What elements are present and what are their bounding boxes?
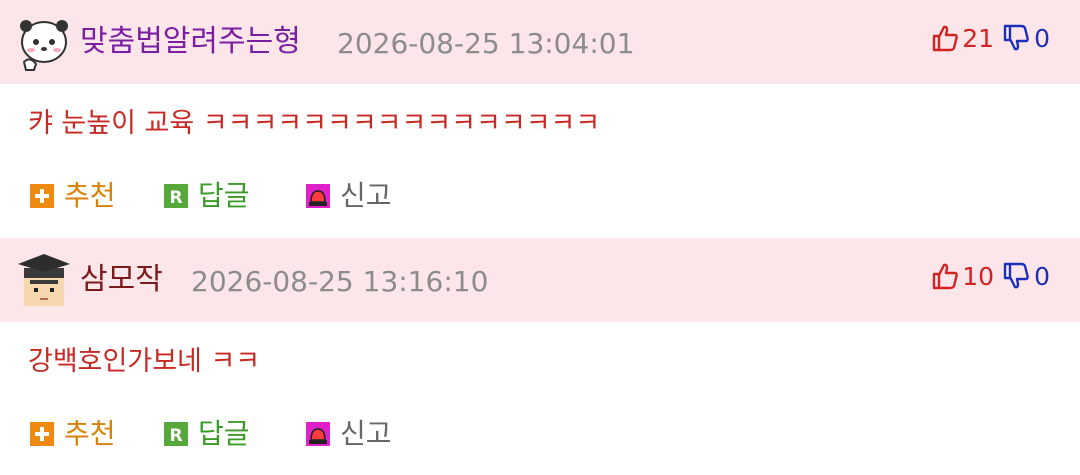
reply-r-icon: R xyxy=(164,422,188,446)
report-label: 신고 xyxy=(340,417,392,450)
plus-icon xyxy=(30,422,54,446)
nickname[interactable]: 삼모작 xyxy=(80,260,163,300)
comment-text: 강백호인가보네 ㅋㅋ xyxy=(28,346,261,377)
reply-button[interactable]: R 답글 xyxy=(162,176,250,216)
reply-button[interactable]: R 답글 xyxy=(162,414,250,454)
report-button[interactable]: 신고 xyxy=(304,176,392,216)
svg-text:R: R xyxy=(169,188,182,208)
report-button[interactable]: 신고 xyxy=(304,414,392,454)
comment-item: 맞춤법알려주는형 2026-08-25 13:04:01 21 0 캬 눈높이 … xyxy=(0,0,1080,238)
siren-icon xyxy=(306,184,330,208)
nickname[interactable]: 맞춤법알려주는형 xyxy=(80,22,301,62)
upvote-count: 10 xyxy=(962,261,995,291)
recommend-button[interactable]: 추천 xyxy=(28,414,116,454)
reply-label: 답글 xyxy=(198,179,250,212)
comment-actions: 추천 R 답글 신고 xyxy=(0,160,1080,238)
comment-date: 2026-08-25 13:04:01 xyxy=(337,27,635,60)
thumbs-up-icon[interactable] xyxy=(931,261,959,291)
reply-label: 답글 xyxy=(198,417,250,450)
comment-header: 맞춤법알려주는형 2026-08-25 13:04:01 21 0 xyxy=(0,0,1080,84)
upvote-count: 21 xyxy=(962,23,995,53)
comment-body: 캬 눈높이 교육 ㅋㅋㅋㅋㅋㅋㅋㅋㅋㅋㅋㅋㅋㅋㅋㅋ xyxy=(0,84,1080,160)
recommend-button[interactable]: 추천 xyxy=(28,176,116,216)
plus-icon xyxy=(30,184,54,208)
comment-text: 캬 눈높이 교육 ㅋㅋㅋㅋㅋㅋㅋㅋㅋㅋㅋㅋㅋㅋㅋㅋ xyxy=(28,108,601,139)
report-label: 신고 xyxy=(340,179,392,212)
vote-counts: 10 0 xyxy=(931,256,1050,296)
downvote-count: 0 xyxy=(1034,23,1050,53)
svg-text:R: R xyxy=(169,426,182,446)
vote-counts: 21 0 xyxy=(931,18,1050,58)
downvote-count: 0 xyxy=(1034,261,1050,291)
thumbs-up-icon[interactable] xyxy=(931,23,959,53)
reply-r-icon: R xyxy=(164,184,188,208)
panda-bear-icon[interactable] xyxy=(16,12,72,72)
comment-item: 삼모작 2026-08-25 13:16:10 10 0 강백호인가보네 ㅋㅋ … xyxy=(0,238,1080,475)
comment-actions: 추천 R 답글 신고 xyxy=(0,398,1080,475)
comment-header: 삼모작 2026-08-25 13:16:10 10 0 xyxy=(0,238,1080,322)
thumbs-down-icon[interactable] xyxy=(1002,261,1030,291)
thumbs-down-icon[interactable] xyxy=(1002,23,1030,53)
siren-icon xyxy=(306,422,330,446)
recommend-label: 추천 xyxy=(64,417,116,450)
comment-date: 2026-08-25 13:16:10 xyxy=(191,265,489,298)
recommend-label: 추천 xyxy=(64,179,116,212)
graduate-cap-icon[interactable] xyxy=(16,250,72,310)
comment-body: 강백호인가보네 ㅋㅋ xyxy=(0,322,1080,398)
